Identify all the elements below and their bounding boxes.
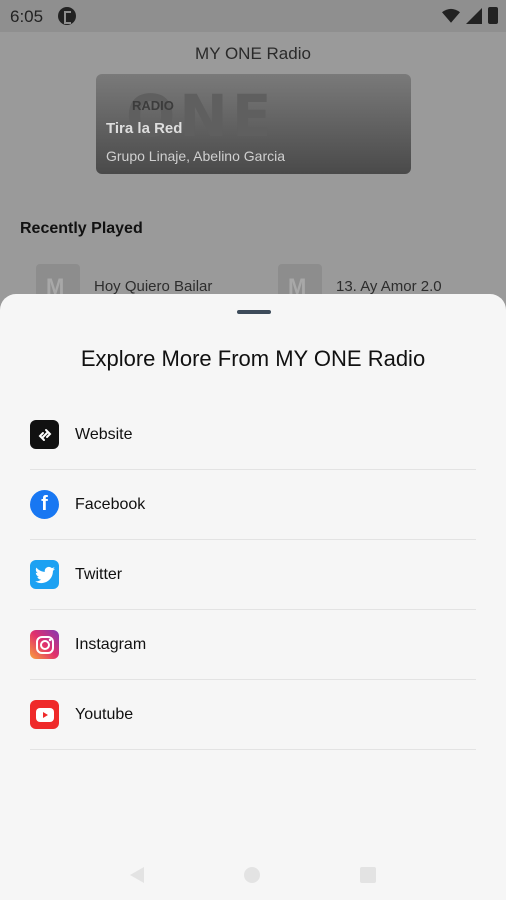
status-icons <box>442 7 498 24</box>
app-title: MY ONE Radio <box>195 44 311 63</box>
facebook-label: Facebook <box>75 495 146 513</box>
sheet-title: Explore More From MY ONE Radio <box>80 346 426 371</box>
instagram-label: Instagram <box>75 635 147 653</box>
recent-item-label: Hoy Quiero Bailar <box>94 277 213 295</box>
recent-item-label: 13. Ay Amor 2.0 <box>336 277 442 295</box>
status-bar: 6:05 <box>0 0 506 32</box>
youtube-link[interactable]: Youtube <box>30 680 476 750</box>
now-playing-artist: Grupo Linaje, Abelino Garcia <box>106 148 285 164</box>
instagram-link[interactable]: Instagram <box>30 610 476 680</box>
website-label: Website <box>75 425 133 443</box>
wifi-icon <box>442 8 460 23</box>
link-icon <box>30 420 59 449</box>
battery-icon <box>488 7 498 24</box>
twitter-label: Twitter <box>75 565 123 583</box>
status-time: 6:05 <box>10 7 44 26</box>
back-icon[interactable] <box>130 867 144 883</box>
station-logo-radio: RADIO <box>132 98 174 113</box>
facebook-icon: f <box>30 490 59 519</box>
home-icon[interactable] <box>244 867 260 883</box>
notification-icon <box>58 7 76 25</box>
explore-bottom-sheet: Explore More From MY ONE Radio Website f… <box>0 294 506 900</box>
instagram-icon <box>30 630 59 659</box>
station-logo-text: ONE <box>126 82 276 150</box>
system-nav-bar <box>0 850 506 900</box>
social-links-list: Website f Facebook Twitter Instagram You… <box>30 400 476 750</box>
twitter-icon <box>30 560 59 589</box>
facebook-link[interactable]: f Facebook <box>30 470 476 540</box>
signal-icon <box>466 7 482 24</box>
now-playing-card[interactable]: ONE RADIO Tira la Red Grupo Linaje, Abel… <box>96 74 411 174</box>
recents-icon[interactable] <box>360 867 376 883</box>
sheet-drag-handle[interactable] <box>237 310 271 314</box>
youtube-label: Youtube <box>75 705 134 723</box>
website-link[interactable]: Website <box>30 400 476 470</box>
youtube-icon <box>30 700 59 729</box>
now-playing-song: Tira la Red <box>106 120 183 137</box>
twitter-link[interactable]: Twitter <box>30 540 476 610</box>
recently-played-title: Recently Played <box>20 220 143 237</box>
